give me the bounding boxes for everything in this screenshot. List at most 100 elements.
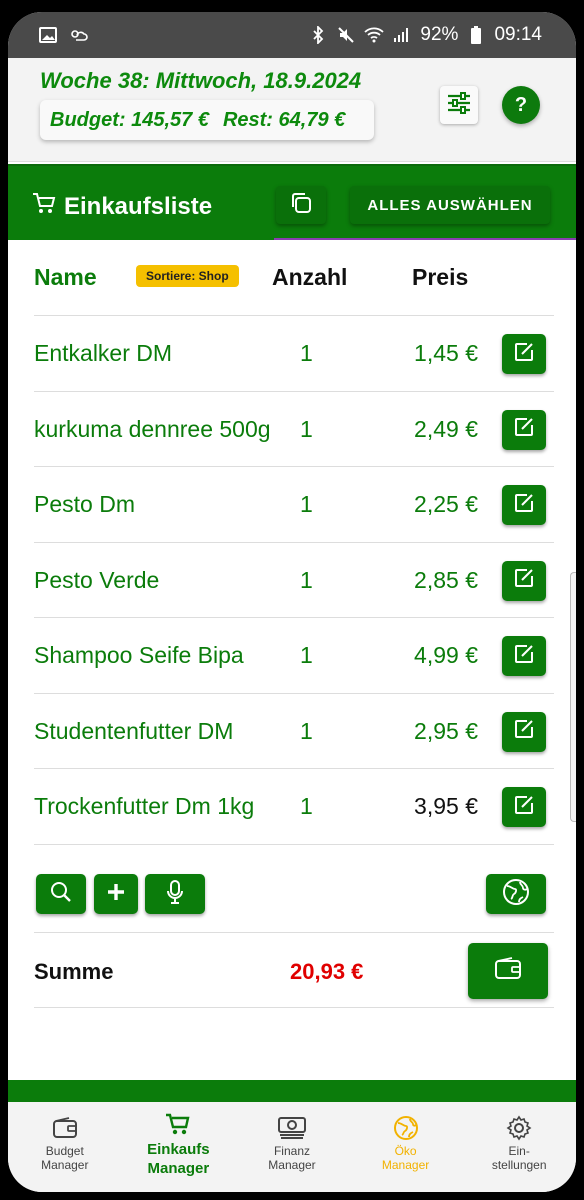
plus-icon xyxy=(106,882,126,907)
weather-icon xyxy=(68,25,88,45)
list-item[interactable]: Pesto Dm 1 2,25 € xyxy=(34,467,554,543)
scroll-handle[interactable] xyxy=(570,572,576,822)
item-name: Shampoo Seife Bipa xyxy=(34,642,244,668)
clock: 09:14 xyxy=(494,24,542,45)
column-header-price[interactable]: Preis xyxy=(412,264,468,291)
help-icon: ? xyxy=(514,93,528,116)
nav-einstellungen[interactable]: Ein- stellungen xyxy=(462,1102,576,1192)
edit-icon xyxy=(513,643,535,670)
item-qty: 1 xyxy=(300,717,313,744)
edit-button[interactable] xyxy=(502,787,546,827)
item-price: 2,85 € xyxy=(414,566,478,593)
date-title: Woche 38: Mittwoch, 18.9.2024 xyxy=(40,68,362,93)
list-item[interactable]: Trockenfutter Dm 1kg 1 3,95 € xyxy=(34,769,554,845)
list-actions xyxy=(8,874,576,932)
list-toolbar: Einkaufsliste ALLES AUSWÄHLEN xyxy=(8,164,576,240)
item-name: Studentenfutter DM xyxy=(34,717,234,744)
globe-button[interactable] xyxy=(486,874,546,914)
wifi-icon xyxy=(364,25,385,45)
column-header-qty[interactable]: Anzahl xyxy=(272,264,347,291)
cart-icon xyxy=(165,1110,191,1138)
item-qty: 1 xyxy=(300,491,313,517)
item-price: 2,95 € xyxy=(414,717,478,744)
edit-icon xyxy=(513,567,535,594)
search-button[interactable] xyxy=(36,874,86,914)
budget-value: Budget: 145,57 € xyxy=(50,108,209,131)
item-qty: 1 xyxy=(300,793,313,819)
search-icon xyxy=(50,881,72,908)
copy-button[interactable] xyxy=(276,186,326,224)
item-name: Pesto Dm xyxy=(34,491,135,517)
item-qty: 1 xyxy=(300,642,313,668)
wallet-icon xyxy=(52,1114,78,1142)
edit-button[interactable] xyxy=(502,334,546,374)
edit-button[interactable] xyxy=(502,711,546,752)
item-name: Pesto Verde xyxy=(34,566,160,593)
green-divider xyxy=(8,1080,576,1102)
edit-button[interactable] xyxy=(502,636,546,676)
nav-label: Ein- stellungen xyxy=(491,1144,547,1172)
edit-icon xyxy=(513,341,535,368)
list-item[interactable]: Pesto Verde 1 2,85 € xyxy=(34,543,554,618)
phone-screen: 92% 09:14 Woche 38: Mittwoch, 18.9.2024 … xyxy=(8,12,576,1192)
list-item[interactable]: kurkuma dennree 500g 1 2,49 € xyxy=(34,392,554,467)
item-price: 2,49 € xyxy=(414,415,478,442)
image-icon xyxy=(38,25,58,45)
item-name: Trockenfutter Dm 1kg xyxy=(34,793,255,819)
toolbar-title-text: Einkaufsliste xyxy=(64,192,213,220)
bluetooth-icon xyxy=(308,25,328,45)
voice-input-button[interactable] xyxy=(145,874,205,914)
nav-label: Einkaufs Manager xyxy=(147,1141,210,1177)
nav-label: Öko Manager xyxy=(381,1144,430,1172)
nav-label: Finanz Manager xyxy=(268,1144,316,1172)
signal-icon xyxy=(392,25,412,45)
edit-icon xyxy=(513,492,535,519)
sum-label: Summe xyxy=(34,959,114,984)
toolbar-title: Einkaufsliste xyxy=(32,192,212,221)
select-all-button[interactable]: ALLES AUSWÄHLEN xyxy=(350,186,550,224)
edit-icon xyxy=(513,794,535,821)
sliders-icon xyxy=(446,91,472,120)
item-price: 1,45 € xyxy=(414,340,478,366)
nav-budget-manager[interactable]: Budget Manager xyxy=(8,1102,122,1192)
column-header-name[interactable]: Name xyxy=(34,264,97,291)
rest-value: Rest: 64,79 € xyxy=(222,108,346,131)
globe-icon xyxy=(393,1114,419,1142)
app-header: Woche 38: Mittwoch, 18.9.2024 Budget: 14… xyxy=(8,58,576,162)
gear-icon xyxy=(506,1114,532,1142)
sum-total: 20,93 € xyxy=(290,959,364,984)
checkout-wallet-button[interactable] xyxy=(468,943,548,999)
item-price: 4,99 € xyxy=(414,642,478,668)
shopping-list: Entkalker DM 1 1,45 € kurkuma dennree 50… xyxy=(34,316,554,845)
list-item[interactable]: Shampoo Seife Bipa 1 4,99 € xyxy=(34,618,554,694)
item-qty: 1 xyxy=(300,340,313,366)
sort-badge[interactable]: Sortiere: Shop xyxy=(136,265,239,287)
add-item-button[interactable] xyxy=(94,874,138,914)
edit-icon xyxy=(513,718,535,745)
edit-button[interactable] xyxy=(502,409,546,450)
nav-einkaufs-manager[interactable]: Einkaufs Manager xyxy=(122,1102,236,1192)
item-price: 3,95 € xyxy=(414,793,478,819)
list-item[interactable]: Entkalker DM 1 1,45 € xyxy=(34,316,554,392)
list-item[interactable]: Studentenfutter DM 1 2,95 € xyxy=(34,694,554,769)
cart-icon xyxy=(32,192,56,221)
mute-icon xyxy=(336,25,356,45)
summary-row: Summe 20,93 € xyxy=(34,932,554,1008)
copy-icon xyxy=(289,191,313,220)
battery-icon xyxy=(466,25,486,45)
item-price: 2,25 € xyxy=(414,491,478,517)
status-bar: 92% 09:14 xyxy=(8,12,576,58)
globe-icon xyxy=(502,878,530,911)
microphone-icon xyxy=(165,879,185,910)
money-icon xyxy=(277,1114,307,1142)
item-name: Entkalker DM xyxy=(34,340,173,366)
nav-label: Budget Manager xyxy=(41,1144,89,1172)
nav-finanz-manager[interactable]: Finanz Manager xyxy=(235,1102,349,1192)
filter-settings-button[interactable] xyxy=(440,86,478,124)
nav-oeko-manager[interactable]: Öko Manager xyxy=(349,1102,463,1192)
item-qty: 1 xyxy=(300,566,313,593)
item-qty: 1 xyxy=(300,415,313,442)
help-button[interactable]: ? xyxy=(502,86,540,124)
edit-button[interactable] xyxy=(502,485,546,525)
edit-button[interactable] xyxy=(502,560,546,601)
